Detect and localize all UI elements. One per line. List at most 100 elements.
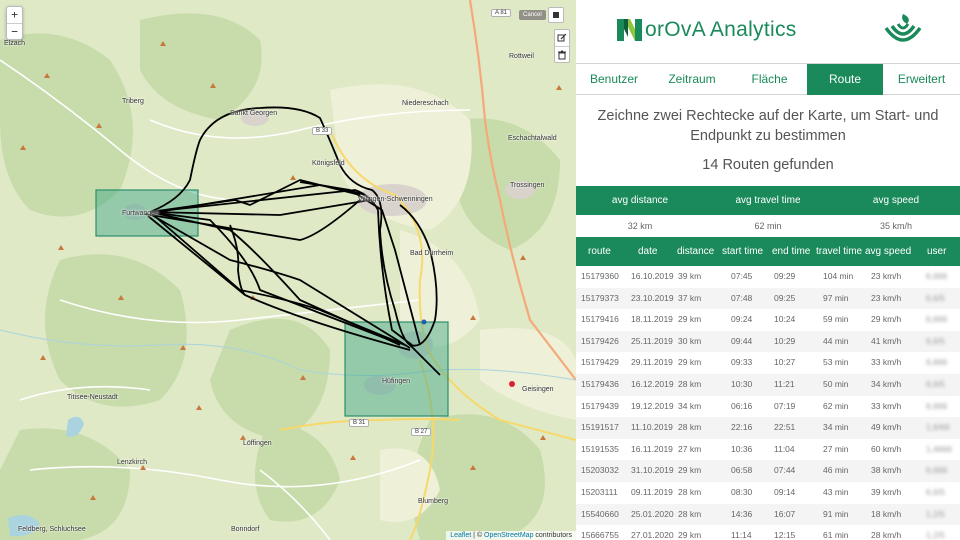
cell-date: 11.10.2019 bbox=[631, 422, 673, 433]
place-eschachtalwald: Eschachtalwald bbox=[508, 135, 557, 142]
table-row[interactable]: 15179360 16.10.2019 39 km 07:45 09:29 104 min… bbox=[576, 266, 960, 288]
col-avg-speed[interactable]: avg speed bbox=[865, 246, 911, 257]
cell-start-time: 22:16 bbox=[731, 422, 753, 433]
table-row[interactable]: 15203032 31.10.2019 29 km 06:58 07:44 46 min 3… bbox=[576, 460, 960, 482]
cell-distance: 28 km bbox=[678, 486, 702, 497]
routes-table-header: route date distance start time end time … bbox=[576, 237, 960, 266]
cell-route: 15179416 bbox=[581, 314, 619, 325]
road-b27: B 27 bbox=[411, 428, 432, 436]
cell-distance: 29 km bbox=[678, 357, 702, 368]
cell-avg-speed: 28 km/h bbox=[871, 530, 902, 540]
cell-route: 15666755 bbox=[581, 530, 619, 540]
cell-avg-speed: 29 km/h bbox=[871, 314, 902, 325]
col-distance[interactable]: distance bbox=[677, 246, 714, 257]
cell-date: 18.11.2019 bbox=[631, 314, 673, 325]
tab-flache[interactable]: Fläche bbox=[732, 64, 807, 95]
tab-route[interactable]: Route bbox=[807, 64, 883, 95]
map-view[interactable]: Elzach Triberg Sankt Georgen Niederescha… bbox=[0, 0, 576, 540]
col-end-time[interactable]: end time bbox=[772, 246, 810, 257]
zoom-out-button[interactable]: − bbox=[7, 23, 22, 39]
place-villingen: Villingen-Schwenningen bbox=[358, 196, 433, 203]
cell-date: 09.11.2019 bbox=[631, 486, 673, 497]
cell-start-time: 06:58 bbox=[731, 465, 753, 476]
table-row[interactable]: 15179429 29.11.2019 29 km 09:33 10:27 53 min 3… bbox=[576, 352, 960, 374]
cell-date: 16.11.2019 bbox=[631, 443, 673, 454]
cell-end-time: 09:29 bbox=[774, 271, 796, 281]
cell-user: 6,6/5 bbox=[926, 292, 945, 303]
summary-value-distance: 32 km bbox=[627, 221, 653, 231]
delete-layers-button[interactable] bbox=[555, 46, 569, 62]
cell-user: 6,6/5 bbox=[926, 486, 945, 497]
tab-erweitert[interactable]: Erweitert bbox=[883, 64, 960, 95]
cell-distance: 30 km bbox=[678, 335, 702, 346]
map-attribution: Leaflet | © OpenStreetMap contributors bbox=[446, 531, 576, 540]
cell-date: 27.01.2020 bbox=[631, 530, 674, 540]
cell-travel-time: 50 min bbox=[823, 378, 849, 389]
osm-link[interactable]: OpenStreetMap bbox=[484, 532, 533, 539]
cell-end-time: 11:21 bbox=[774, 378, 795, 389]
cell-start-time: 09:33 bbox=[731, 357, 753, 368]
cell-end-time: 22:51 bbox=[774, 422, 796, 433]
edit-layers-button[interactable] bbox=[555, 30, 569, 46]
table-row[interactable]: 15179373 23.10.2019 37 km 07:48 09:25 97 min 2… bbox=[576, 287, 960, 310]
cell-avg-speed: 33 km/h bbox=[871, 357, 902, 368]
table-row[interactable]: 15179426 25.11.2019 30 km 09:44 10:29 44 min 4… bbox=[576, 330, 960, 353]
tab-zeitraum[interactable]: Zeitraum bbox=[652, 64, 732, 95]
cancel-draw-button[interactable]: Cancel bbox=[519, 10, 546, 20]
col-route[interactable]: route bbox=[588, 246, 611, 257]
table-row[interactable]: 15179416 18.11.2019 29 km 09:24 10:24 59 min 2… bbox=[576, 309, 960, 331]
cell-route: 15203111 bbox=[581, 486, 618, 497]
cell-user: 6,666 bbox=[926, 271, 948, 281]
cell-end-time: 10:29 bbox=[774, 335, 796, 346]
cell-date: 31.10.2019 bbox=[631, 465, 674, 476]
table-row[interactable]: 15179439 19.12.2019 34 km 06:16 07:19 62 min 3… bbox=[576, 396, 960, 418]
table-row[interactable]: 15179436 16.12.2019 28 km 10:30 11:21 50 min 3… bbox=[576, 373, 960, 396]
table-row[interactable]: 15191517 11.10.2019 28 km 22:16 22:51 34 min 4… bbox=[576, 417, 960, 439]
attribution-tail: contributors bbox=[533, 532, 572, 539]
summary-header-distance: avg distance bbox=[611, 195, 669, 206]
cell-start-time: 11:14 bbox=[731, 530, 752, 540]
summary-header-travel-time: avg travel time bbox=[735, 195, 801, 206]
place-blumberg: Blumberg bbox=[418, 498, 448, 505]
cell-date: 19.12.2019 bbox=[631, 400, 674, 411]
org-logo-icon bbox=[884, 14, 922, 42]
leaflet-link[interactable]: Leaflet bbox=[450, 532, 471, 539]
draw-rectangle-button[interactable] bbox=[547, 7, 564, 23]
cell-travel-time: 46 min bbox=[823, 465, 849, 476]
cell-travel-time: 91 min bbox=[823, 508, 849, 519]
cell-route: 15179360 bbox=[581, 271, 619, 281]
routes-table-body: 15179360 16.10.2019 39 km 07:45 09:29 104 min… bbox=[576, 266, 960, 540]
cell-avg-speed: 34 km/h bbox=[871, 378, 902, 389]
cell-route: 15203032 bbox=[581, 465, 619, 476]
col-date[interactable]: date bbox=[638, 246, 657, 257]
cell-start-time: 07:48 bbox=[731, 292, 753, 303]
cell-date: 23.10.2019 bbox=[631, 292, 674, 303]
cell-user: 1,2/5 bbox=[926, 530, 945, 540]
cell-avg-speed: 39 km/h bbox=[871, 486, 902, 497]
col-travel-time[interactable]: travel time bbox=[816, 246, 862, 257]
norova-n-logo-icon bbox=[617, 19, 642, 41]
cell-distance: 29 km bbox=[678, 530, 702, 540]
zoom-in-button[interactable]: + bbox=[7, 7, 22, 23]
col-user[interactable]: user bbox=[927, 246, 946, 257]
table-row[interactable]: 15666755 27.01.2020 29 km 11:14 12:15 61 min 2… bbox=[576, 525, 960, 540]
summary-value-speed: 35 km/h bbox=[879, 221, 912, 231]
place-elzach: Elzach bbox=[4, 40, 26, 47]
cell-date: 29.11.2019 bbox=[631, 357, 673, 368]
cell-avg-speed: 23 km/h bbox=[871, 292, 902, 303]
place-triberg: Triberg bbox=[122, 98, 144, 105]
cell-start-time: 10:30 bbox=[731, 378, 753, 389]
table-row[interactable]: 15191535 16.11.2019 27 km 10:36 11:04 27 min 6… bbox=[576, 439, 960, 461]
cell-distance: 28 km bbox=[678, 508, 702, 519]
cell-user: 6,666 bbox=[926, 357, 948, 368]
cell-date: 16.12.2019 bbox=[631, 378, 674, 389]
zoom-control: + − bbox=[6, 6, 23, 40]
col-start-time[interactable]: start time bbox=[722, 246, 763, 257]
place-titisee: Titisee-Neustadt bbox=[67, 394, 118, 401]
table-row[interactable]: 15203111 09.11.2019 28 km 08:30 09:14 43 min 3… bbox=[576, 482, 960, 504]
cell-route: 15179429 bbox=[581, 357, 619, 368]
brand: orOvA Analytics bbox=[617, 17, 797, 43]
tab-benutzer[interactable]: Benutzer bbox=[576, 64, 652, 95]
cell-travel-time: 43 min bbox=[823, 486, 849, 497]
table-row[interactable]: 15540660 25.01.2020 28 km 14:36 16:07 91 min 1… bbox=[576, 503, 960, 526]
